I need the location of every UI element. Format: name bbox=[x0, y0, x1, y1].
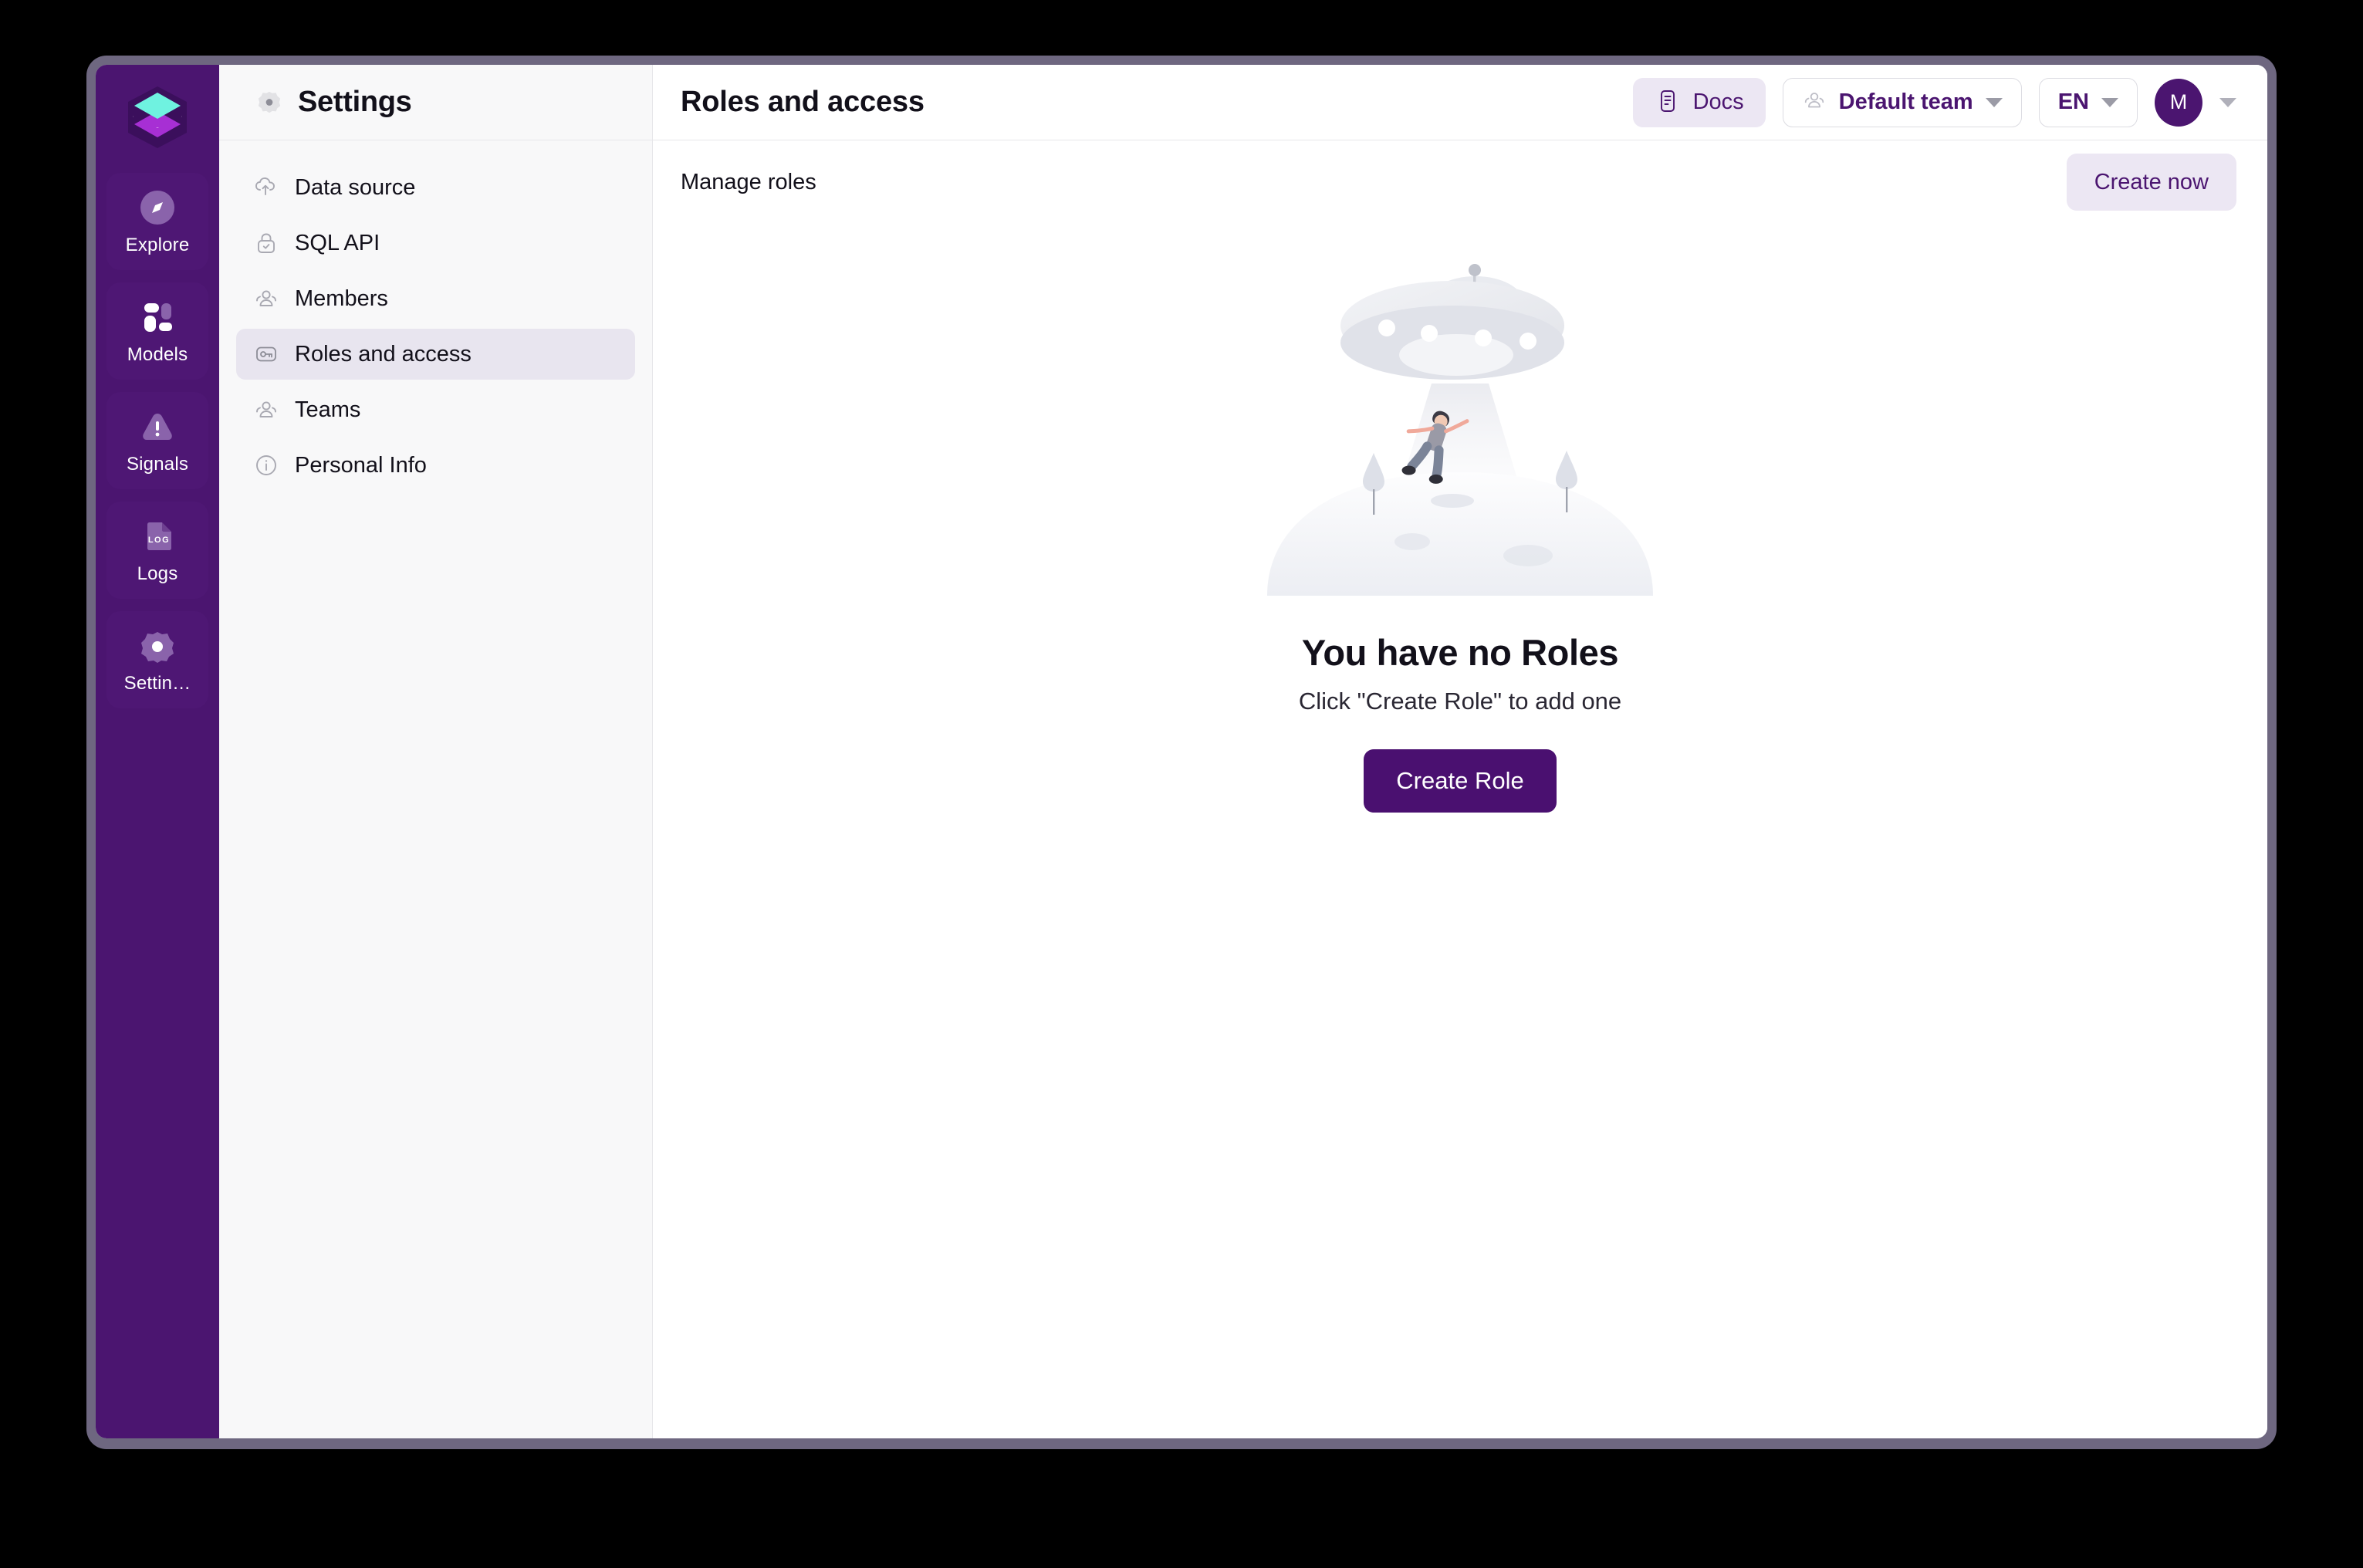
rail-label-logs: Logs bbox=[137, 563, 178, 584]
section-label: Manage roles bbox=[681, 169, 816, 194]
account-menu-chevron-down-icon[interactable] bbox=[2219, 97, 2236, 107]
users-icon bbox=[253, 286, 279, 312]
language-selector[interactable]: EN bbox=[2038, 77, 2138, 127]
empty-state: You have no Roles Click "Create Role" to… bbox=[653, 224, 2267, 1438]
info-circle-icon bbox=[253, 452, 279, 478]
lock-check-icon bbox=[253, 230, 279, 256]
create-role-button[interactable]: Create Role bbox=[1364, 749, 1557, 813]
users-icon bbox=[1802, 88, 1827, 117]
nav-label-roles-and-access: Roles and access bbox=[295, 341, 472, 367]
empty-state-subtitle: Click "Create Role" to add one bbox=[1298, 688, 1622, 715]
main-content: Roles and access Docs Default team EN M … bbox=[653, 65, 2267, 1438]
language-selector-label: EN bbox=[2057, 90, 2089, 114]
rail-item-signals[interactable]: Signals bbox=[106, 392, 208, 489]
nav-item-sql-api[interactable]: SQL API bbox=[236, 218, 635, 269]
rail-label-settings: Settin… bbox=[123, 673, 191, 694]
rail-label-models: Models bbox=[127, 344, 188, 365]
ufo-abduction-illustration bbox=[1267, 264, 1653, 596]
blocks-icon bbox=[137, 296, 178, 338]
settings-title: Settings bbox=[298, 86, 412, 118]
nav-item-roles-and-access[interactable]: Roles and access bbox=[236, 329, 635, 380]
alert-triangle-icon bbox=[137, 406, 178, 448]
nav-label-members: Members bbox=[295, 286, 388, 311]
top-bar: Roles and access Docs Default team EN M bbox=[653, 65, 2267, 140]
users-icon bbox=[253, 397, 279, 423]
rail-item-settings[interactable]: Settin… bbox=[106, 611, 208, 708]
docs-button-label: Docs bbox=[1692, 90, 1744, 114]
settings-nav-list: Data source SQL API Members Roles and ac… bbox=[219, 140, 652, 491]
cloud-upload-icon bbox=[253, 174, 279, 201]
page-title: Roles and access bbox=[681, 86, 925, 118]
gear-icon bbox=[256, 90, 282, 116]
rail-item-models[interactable]: Models bbox=[106, 282, 208, 380]
log-file-icon: LOG bbox=[137, 515, 178, 557]
nav-label-sql-api: SQL API bbox=[295, 230, 380, 255]
browser-window-frame: Explore Models Signals LOG Logs Settin… … bbox=[86, 56, 2277, 1449]
rail-item-explore[interactable]: Explore bbox=[106, 173, 208, 270]
avatar-initial: M bbox=[2169, 90, 2188, 113]
section-toolbar: Manage roles Create now bbox=[653, 140, 2267, 224]
gear-icon bbox=[137, 625, 178, 667]
rail-item-logs[interactable]: LOG Logs bbox=[106, 502, 208, 599]
layers-logo[interactable] bbox=[122, 82, 193, 153]
settings-panel-header: Settings bbox=[219, 65, 652, 140]
nav-label-personal-info: Personal Info bbox=[295, 452, 427, 478]
chevron-down-icon bbox=[1985, 97, 2003, 107]
key-icon bbox=[253, 341, 279, 367]
svg-text:LOG: LOG bbox=[148, 536, 170, 545]
app-window: Explore Models Signals LOG Logs Settin… … bbox=[96, 65, 2267, 1438]
compass-icon bbox=[137, 187, 178, 228]
nav-item-members[interactable]: Members bbox=[236, 273, 635, 324]
nav-label-data-source: Data source bbox=[295, 174, 416, 200]
chevron-down-icon bbox=[2101, 97, 2118, 107]
nav-label-teams: Teams bbox=[295, 397, 361, 422]
docs-button[interactable]: Docs bbox=[1632, 77, 1766, 127]
nav-item-data-source[interactable]: Data source bbox=[236, 162, 635, 213]
rail-label-signals: Signals bbox=[126, 454, 189, 475]
create-now-button[interactable]: Create now bbox=[2066, 154, 2236, 211]
nav-item-personal-info[interactable]: Personal Info bbox=[236, 440, 635, 491]
document-icon bbox=[1655, 88, 1681, 117]
team-selector[interactable]: Default team bbox=[1782, 77, 2022, 127]
rail-label-explore: Explore bbox=[125, 235, 190, 255]
team-selector-label: Default team bbox=[1838, 90, 1973, 114]
avatar[interactable]: M bbox=[2155, 78, 2202, 127]
nav-item-teams[interactable]: Teams bbox=[236, 384, 635, 435]
top-bar-actions: Docs Default team EN M bbox=[1632, 77, 2236, 127]
app-rail: Explore Models Signals LOG Logs Settin… bbox=[96, 65, 219, 1438]
empty-state-title: You have no Roles bbox=[1301, 632, 1619, 673]
settings-panel: Settings Data source SQL API Members Rol… bbox=[219, 65, 653, 1438]
